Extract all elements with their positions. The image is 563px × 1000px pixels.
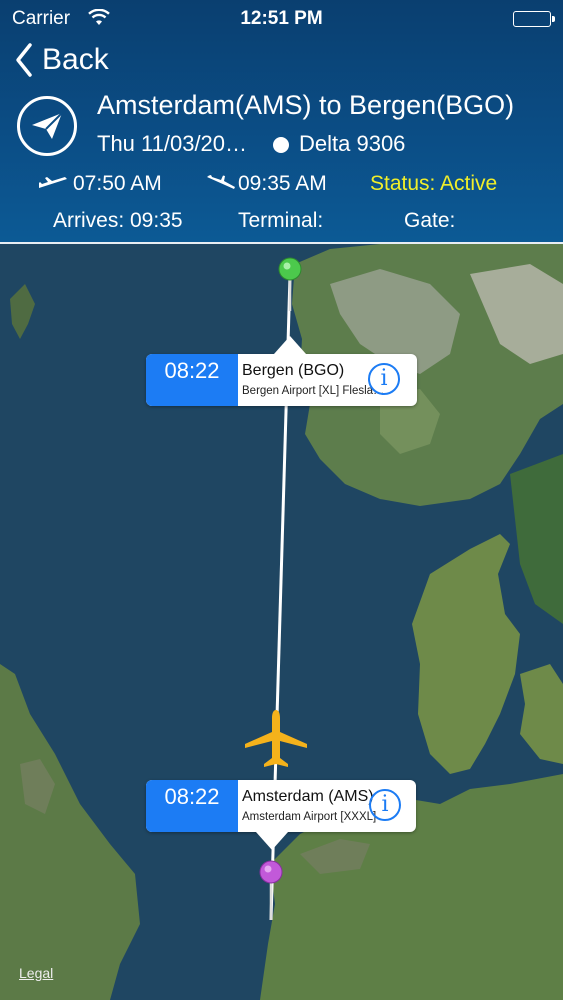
arrives-label: Arrives: 09:35: [53, 209, 183, 232]
destination-time: 08:22: [146, 354, 238, 406]
info-icon[interactable]: i: [368, 363, 400, 395]
status-bar: Carrier 12:51 PM: [0, 0, 563, 38]
destination-callout[interactable]: 08:22 Bergen (BGO) Bergen Airport [XL] F…: [146, 336, 417, 406]
legal-link[interactable]: Legal: [19, 965, 53, 981]
origin-pin-icon[interactable]: [258, 860, 284, 922]
bullet-icon: [273, 137, 289, 153]
terminal-label: Terminal:: [238, 209, 324, 232]
origin-callout[interactable]: 08:22 Amsterdam (AMS) Amsterdam Airport …: [146, 780, 416, 850]
back-button[interactable]: Back: [14, 42, 109, 78]
origin-time: 08:22: [146, 780, 238, 832]
departure-time: 07:50 AM: [73, 172, 162, 195]
landing-icon: [207, 175, 235, 189]
destination-pin-icon[interactable]: [277, 257, 303, 313]
flight-header: Carrier 12:51 PM Back Amsterdam(AMS) to …: [0, 0, 563, 242]
destination-name: Bergen (BGO): [242, 362, 345, 379]
origin-name: Amsterdam (AMS): [242, 788, 374, 805]
clock: 12:51 PM: [240, 8, 323, 29]
takeoff-icon: [39, 177, 67, 188]
flight-number: Delta 9306: [299, 131, 406, 156]
info-icon[interactable]: i: [369, 789, 401, 821]
battery-icon: [513, 11, 555, 27]
back-label: Back: [42, 43, 109, 76]
airplane-icon: [245, 710, 307, 767]
flight-status: Status: Active: [370, 172, 498, 195]
paper-plane-icon: [17, 96, 77, 156]
chevron-left-icon: [16, 43, 32, 77]
flight-map[interactable]: 08:22 Bergen (BGO) Bergen Airport [XL] F…: [0, 244, 563, 1000]
arrival-time: 09:35 AM: [238, 172, 327, 195]
flight-date: Thu 11/03/20…: [97, 131, 248, 156]
gate-label: Gate:: [404, 209, 456, 232]
route-title: Amsterdam(AMS) to Bergen(BGO): [97, 90, 515, 120]
